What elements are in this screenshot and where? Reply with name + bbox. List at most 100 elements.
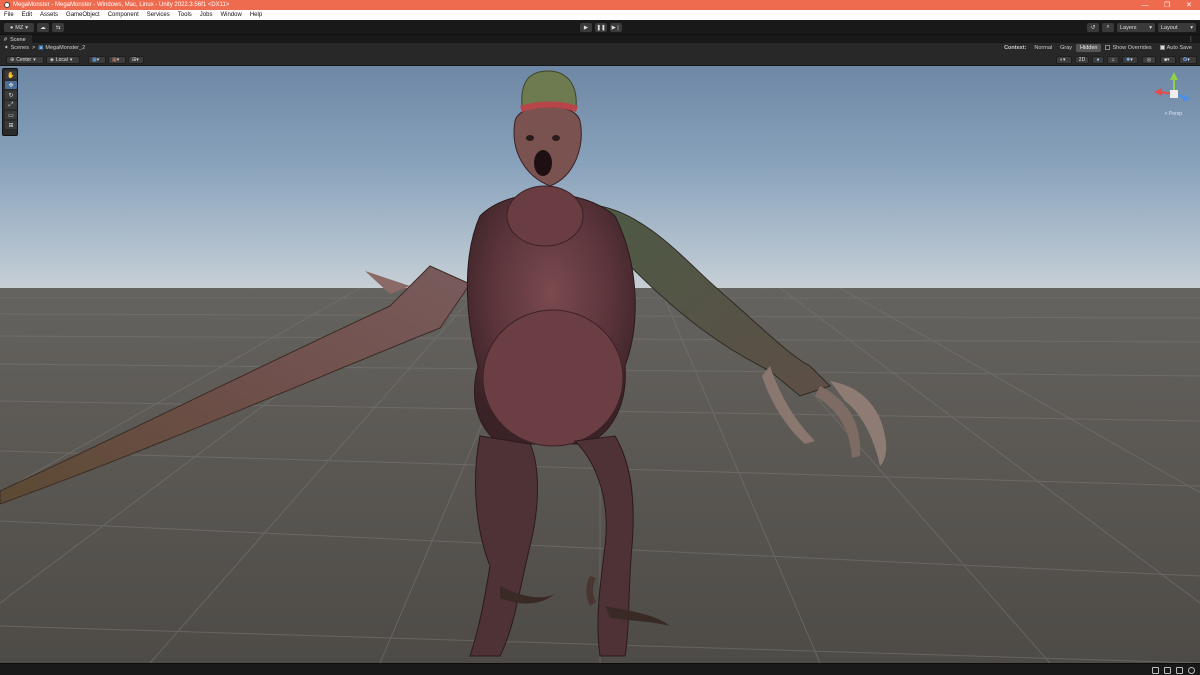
account-icon: ● (9, 24, 14, 31)
tab-scene-label: Scene (10, 36, 26, 43)
gizmo-y-cone[interactable] (1170, 72, 1178, 80)
measure-button[interactable]: ⊞ ▾ (128, 56, 144, 64)
transform-tool-icon[interactable]: ⊞ (5, 121, 17, 129)
chevron-down-icon: ▾ (1063, 57, 1066, 63)
prefab-icon: ▣ (38, 45, 44, 51)
menu-file[interactable]: File (0, 12, 18, 18)
collab-button[interactable]: ⇆ (52, 23, 64, 32)
grid-snap-button[interactable]: ▦ ▾ (88, 56, 106, 64)
package-icon[interactable] (1152, 667, 1159, 674)
layout-label: Layout (1161, 24, 1178, 31)
camera-settings-dropdown[interactable]: ■ ▾ (1160, 56, 1176, 64)
toggle-2d-button[interactable]: 2D (1075, 56, 1089, 64)
pivot-dropdown[interactable]: ⊕ Center ▾ (6, 56, 44, 64)
pause-icon: ❚❚ (596, 24, 606, 31)
history-icon: ↺ (1090, 24, 1096, 31)
gizmo-center-cube[interactable] (1170, 90, 1178, 98)
collab-icon: ⇆ (55, 24, 61, 31)
rotate-tool-icon[interactable]: ↻ (5, 91, 17, 99)
hidden-objects-toggle[interactable]: ◎ (1142, 56, 1156, 64)
more-options-icon[interactable]: ⋮ (1188, 36, 1194, 43)
rect-tool-icon[interactable]: ▭ (5, 111, 17, 119)
menu-bar: File Edit Assets GameObject Component Se… (0, 10, 1200, 20)
breadcrumb-root[interactable]: Scenes (11, 45, 29, 51)
space-label: Local (55, 57, 68, 63)
effects-dropdown[interactable]: ✺ ▾ (1122, 56, 1138, 64)
chevron-down-icon: ▾ (69, 57, 73, 63)
chevron-down-icon: ▾ (1187, 57, 1190, 63)
monster-model[interactable] (0, 70, 887, 657)
projection-label[interactable]: < Persp (1165, 111, 1182, 117)
hand-tool-icon[interactable]: ✋ (5, 71, 17, 79)
gizmo-z-cone[interactable] (1183, 94, 1190, 102)
pivot-icon: ⊕ (10, 57, 15, 63)
scale-tool-icon[interactable]: ⤢ (5, 101, 17, 109)
scene-tab-icon: # (4, 36, 8, 43)
menu-component[interactable]: Component (104, 12, 143, 18)
checkbox-checked-icon (1159, 45, 1165, 51)
audio-icon: ♫ (1111, 57, 1115, 63)
menu-services[interactable]: Services (143, 12, 174, 18)
minimize-icon[interactable]: — (1134, 0, 1156, 10)
bug-icon[interactable] (1176, 667, 1183, 674)
layout-dropdown[interactable]: Layout ▾ (1158, 23, 1196, 32)
context-gray[interactable]: Gray (1056, 45, 1076, 51)
menu-edit[interactable]: Edit (18, 12, 36, 18)
chevron-down-icon: ▾ (1167, 57, 1170, 63)
scene-viewport[interactable]: ✋ ✥ ↻ ⤢ ▭ ⊞ < Persp (0, 66, 1200, 663)
space-dropdown[interactable]: ◈ Local ▾ (46, 56, 80, 64)
audio-toggle[interactable]: ♫ (1107, 56, 1119, 64)
context-normal[interactable]: Normal (1030, 45, 1056, 51)
menu-help[interactable]: Help (246, 12, 266, 18)
menu-jobs[interactable]: Jobs (196, 12, 217, 18)
step-icon: ▶❘ (611, 24, 621, 31)
auto-save-label: Auto Save (1166, 45, 1192, 51)
gizmo-x-cone[interactable] (1154, 88, 1162, 96)
mode-2d-label: 2D (1078, 57, 1086, 63)
breadcrumb-current[interactable]: MegaMonster_2 (45, 45, 85, 51)
step-button[interactable]: ▶❘ (610, 23, 622, 32)
status-bar (0, 663, 1200, 675)
window-title: MegaMonster - MegaMonster - Windows, Mac… (13, 2, 230, 8)
unity-logo-icon (4, 2, 10, 8)
scene-svg (0, 70, 1200, 663)
breadcrumb-separator: > (31, 45, 36, 51)
maximize-icon[interactable]: ❐ (1156, 0, 1178, 10)
light-bulb-icon: ● (1096, 57, 1100, 63)
gizmos-dropdown[interactable]: ✪ ▾ (1179, 56, 1197, 64)
menu-window[interactable]: Window (216, 12, 245, 18)
chevron-down-icon: ▾ (96, 57, 100, 63)
play-button[interactable]: ▶ (580, 23, 592, 32)
show-overrides-label: Show Overrides (1112, 45, 1152, 51)
lock-icon[interactable] (1188, 667, 1195, 674)
account-button[interactable]: ● MZ ▾ (4, 23, 34, 32)
console-icon[interactable] (1164, 667, 1171, 674)
show-overrides-toggle[interactable]: Show Overrides (1101, 45, 1155, 51)
close-icon[interactable]: ✕ (1178, 0, 1200, 10)
checkbox-icon (1105, 45, 1111, 51)
menu-tools[interactable]: Tools (174, 12, 196, 18)
layers-dropdown[interactable]: Layers ▾ (1117, 23, 1155, 32)
chevron-down-icon: ▾ (116, 57, 120, 63)
search-icon: ⌕ (1106, 24, 1110, 30)
move-tool-icon[interactable]: ✥ (5, 81, 17, 89)
pause-button[interactable]: ❚❚ (595, 23, 607, 32)
search-button[interactable]: ⌕ (1102, 23, 1114, 32)
lighting-toggle[interactable]: ● (1092, 56, 1104, 64)
undo-history-button[interactable]: ↺ (1087, 23, 1099, 32)
chevron-down-icon: ▾ (1130, 57, 1133, 63)
snap-increment-button[interactable]: ▦ ▾ (108, 56, 126, 64)
shading-mode-button[interactable]: ◐ ▾ (1056, 56, 1072, 64)
auto-save-toggle[interactable]: Auto Save (1156, 45, 1196, 51)
play-icon: ▶ (583, 24, 589, 31)
tab-bar: # Scene ⋮ (0, 34, 1200, 44)
cloud-icon: ☁ (40, 24, 46, 31)
menu-gameobject[interactable]: GameObject (62, 12, 104, 18)
prefab-context-bar: Context: Normal Gray Hidden Show Overrid… (1000, 43, 1196, 53)
tool-palette: ✋ ✥ ↻ ⤢ ▭ ⊞ (2, 68, 18, 136)
account-label: MZ (15, 24, 24, 31)
cloud-button[interactable]: ☁ (37, 23, 49, 32)
local-icon: ◈ (50, 57, 54, 63)
context-hidden[interactable]: Hidden (1076, 44, 1102, 52)
menu-assets[interactable]: Assets (36, 12, 62, 18)
